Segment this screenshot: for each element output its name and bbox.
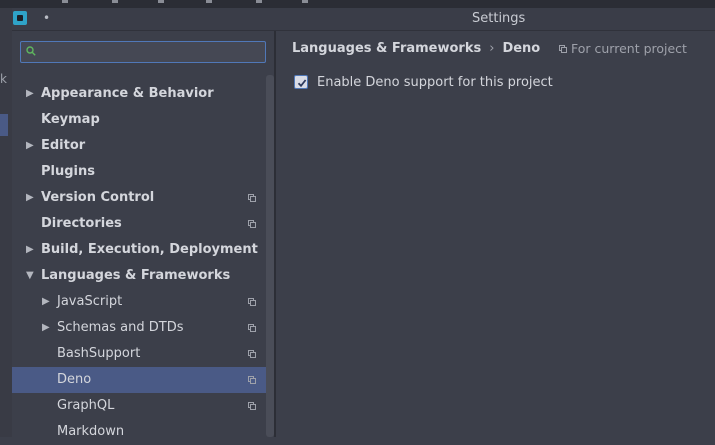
- breadcrumb-current: Deno: [502, 41, 541, 56]
- window-title: Settings: [472, 11, 526, 26]
- checkmark-icon: [297, 79, 307, 88]
- project-copy-icon: [248, 402, 256, 410]
- sidebar-item[interactable]: ▶ JavaScript: [12, 289, 274, 315]
- background-tick: [112, 0, 118, 3]
- sidebar-item[interactable]: ▶ Schemas and DTDs: [12, 315, 274, 341]
- search-input[interactable]: [45, 43, 259, 63]
- sidebar-item-label: BashSupport: [57, 346, 141, 361]
- chevron-right-icon[interactable]: ▶: [26, 133, 34, 159]
- chevron-right-icon[interactable]: ▶: [42, 289, 50, 315]
- sidebar-item[interactable]: Markdown: [12, 419, 274, 445]
- sidebar-item-label: Languages & Frameworks: [41, 268, 231, 283]
- sidebar-item-label: Deno: [57, 372, 92, 387]
- scope-label: For current project: [571, 41, 687, 56]
- sidebar-item-label: Appearance & Behavior: [41, 86, 214, 101]
- enable-deno-label[interactable]: Enable Deno support for this project: [317, 75, 553, 90]
- sidebar-item-label: Editor: [41, 138, 86, 153]
- breadcrumb: Languages & Frameworks › Deno: [292, 41, 540, 56]
- settings-sidebar: ▶ Appearance & Behavior Keymap ▶ Editor Plugi…: [12, 31, 274, 439]
- sidebar-item-label: Build, Execution, Deployment: [41, 242, 258, 257]
- sidebar-item[interactable]: Deno: [12, 367, 274, 393]
- project-copy-icon: [248, 194, 256, 202]
- background-tick: [206, 0, 212, 3]
- search-box[interactable]: [20, 41, 266, 63]
- project-copy-icon: [248, 376, 256, 384]
- project-copy-icon: [248, 350, 256, 358]
- background-window-strip: [0, 0, 715, 8]
- chevron-right-icon[interactable]: ▶: [42, 315, 50, 341]
- search-icon: [26, 46, 36, 56]
- sidebar-item-label: Keymap: [41, 112, 100, 127]
- sidebar-item-label: Directories: [41, 216, 122, 231]
- breadcrumb-separator: ›: [489, 41, 495, 56]
- background-tick: [302, 0, 308, 3]
- project-copy-icon: [559, 45, 567, 53]
- background-tick: [62, 0, 68, 3]
- sidebar-item-label: Markdown: [57, 424, 125, 439]
- background-app-panel: k: [0, 8, 12, 437]
- breadcrumb-parent[interactable]: Languages & Frameworks: [292, 41, 481, 56]
- sidebar-item-label: Version Control: [41, 190, 155, 205]
- enable-deno-checkbox[interactable]: [294, 75, 308, 89]
- sidebar-item[interactable]: ▼ Languages & Frameworks: [12, 263, 274, 289]
- background-tick: [256, 0, 262, 3]
- background-tick: [158, 0, 164, 3]
- sidebar-item[interactable]: ▶ Editor: [12, 133, 274, 159]
- settings-content: Languages & Frameworks › Deno For current …: [276, 31, 715, 437]
- project-copy-icon: [248, 298, 256, 306]
- project-copy-icon: [248, 324, 256, 332]
- sidebar-item[interactable]: Keymap: [12, 107, 274, 133]
- chevron-right-icon[interactable]: ▶: [26, 237, 34, 263]
- sidebar-item-label: GraphQL: [57, 398, 115, 413]
- chevron-down-icon[interactable]: ▼: [26, 263, 34, 289]
- settings-dialog: • Settings ▶ Appearance & Behavior Keymap ▶…: [12, 8, 715, 439]
- scope-indicator: For current project: [559, 41, 687, 56]
- sidebar-item[interactable]: ▶ Build, Execution, Deployment: [12, 237, 274, 263]
- project-copy-icon: [248, 220, 256, 228]
- sidebar-item-label: JavaScript: [57, 294, 123, 309]
- title-bar-dot: •: [43, 11, 51, 25]
- chevron-right-icon[interactable]: ▶: [26, 81, 34, 107]
- title-bar[interactable]: • Settings: [12, 8, 715, 31]
- chevron-right-icon[interactable]: ▶: [26, 185, 34, 211]
- background-text: k: [0, 72, 7, 86]
- sidebar-item[interactable]: Plugins: [12, 159, 274, 185]
- sidebar-item-label: Plugins: [41, 164, 95, 179]
- sidebar-scrollbar[interactable]: [266, 75, 274, 437]
- sidebar-item-label: Schemas and DTDs: [57, 320, 184, 335]
- sidebar-item[interactable]: Directories: [12, 211, 274, 237]
- sidebar-item[interactable]: ▶ Version Control: [12, 185, 274, 211]
- app-logo-icon: [13, 11, 27, 25]
- sidebar-item[interactable]: BashSupport: [12, 341, 274, 367]
- sidebar-item[interactable]: ▶ Appearance & Behavior: [12, 81, 274, 107]
- sidebar-item[interactable]: GraphQL: [12, 393, 274, 419]
- background-selection: [0, 114, 8, 136]
